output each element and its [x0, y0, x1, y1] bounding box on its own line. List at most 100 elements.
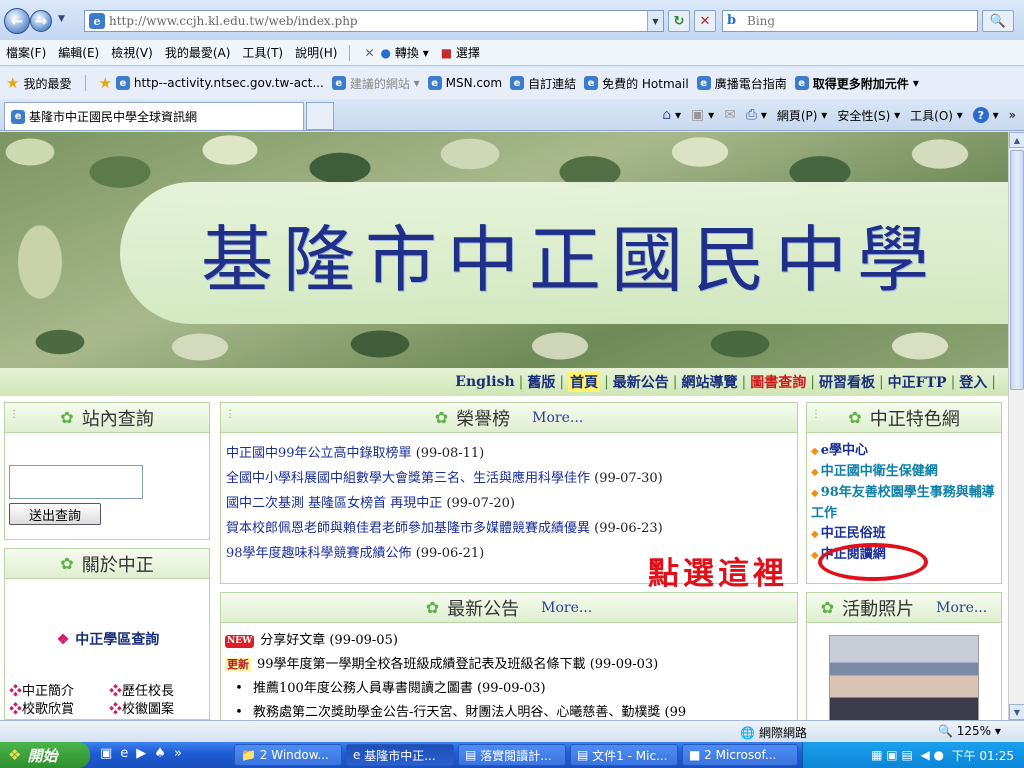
menu-favorites[interactable]: 我的最愛(A): [159, 44, 237, 61]
feature-link-elearning[interactable]: e學中心: [821, 443, 868, 458]
honor-more-link[interactable]: More...: [532, 410, 583, 426]
convert-menu[interactable]: ● 轉換 ▾: [375, 44, 435, 61]
fav-link-hotmail[interactable]: e 免費的 Hotmail: [584, 75, 689, 92]
tab-school-site[interactable]: e 基隆市中正國民中學全球資訊網: [4, 102, 304, 130]
news-date: (99-09-05): [329, 633, 398, 648]
honor-link[interactable]: 全國中小學科展國中組數學大會獎第三名、生活與應用科學佳作: [226, 471, 590, 486]
news-more-link[interactable]: More...: [541, 600, 592, 616]
print-button[interactable]: ⎙ ▾: [746, 107, 767, 123]
menu-file[interactable]: 檔案(F): [0, 44, 52, 61]
task-reading-plan[interactable]: ▤ 落實閱讀計...: [458, 744, 566, 766]
feature-link-friendly-campus[interactable]: 98年友善校園學生事務與輔導工作: [811, 485, 995, 521]
new-tab-button[interactable]: [306, 102, 334, 130]
activity-photo[interactable]: [829, 635, 979, 720]
select-menu[interactable]: ■ 選擇: [435, 44, 486, 61]
fav-link-addons[interactable]: e 取得更多附加元件 ▾: [794, 75, 919, 92]
fav-link-suggested[interactable]: e 建議的網站 ▾: [331, 75, 420, 92]
stop-button[interactable]: ✕: [694, 10, 716, 32]
news-link[interactable]: 分享好文章: [260, 633, 325, 648]
refresh-button[interactable]: ↻: [668, 10, 690, 32]
feeds-button[interactable]: ▣ ▾: [691, 107, 714, 123]
honor-link[interactable]: 中正國中99年公立高中錄取榜單: [226, 446, 412, 461]
honor-link[interactable]: 賀本校郎佩恩老師與賴佳君老師參加基隆市多媒體競賽成績優異: [226, 521, 590, 536]
fav-link-radio[interactable]: e 廣播電台指南: [696, 75, 787, 92]
vertical-scrollbar[interactable]: ▲ ▼: [1008, 132, 1024, 720]
news-link[interactable]: 教務處第二次獎助學金公告-行天宮、財團法人明谷、心曦慈善、勤樸獎: [253, 705, 660, 720]
url-dropdown-icon[interactable]: ▼: [647, 11, 663, 31]
task-windows-explorer[interactable]: 📁 2 Window...: [234, 744, 342, 766]
scroll-up-icon[interactable]: ▲: [1009, 132, 1024, 148]
close-icon[interactable]: ✕: [364, 46, 374, 60]
page-menu[interactable]: 網頁(P) ▾: [777, 107, 827, 124]
site-search-input[interactable]: [9, 465, 143, 499]
favorites-button[interactable]: 我的最愛: [23, 75, 71, 92]
task-ie-school[interactable]: e 基隆市中正...: [346, 744, 454, 766]
nav-site-map[interactable]: 網站導覽: [682, 372, 738, 392]
about-link-principals[interactable]: ❖歷任校長: [109, 683, 209, 701]
more-commands-icon[interactable]: »: [1009, 108, 1016, 122]
fav-link-custom[interactable]: e 自訂連結: [510, 75, 576, 92]
search-go-button[interactable]: 🔍: [982, 10, 1014, 32]
nav-login[interactable]: 登入: [959, 372, 987, 392]
help-button[interactable]: ? ▾: [972, 107, 999, 123]
task-microsoft-group[interactable]: ■ 2 Microsof...: [682, 744, 798, 766]
diamond-icon: ❖: [56, 632, 70, 648]
mail-button[interactable]: ✉: [724, 107, 736, 123]
nav-sep: |: [991, 374, 996, 390]
url-text[interactable]: http://www.ccjh.kl.edu.tw/web/index.php: [109, 14, 358, 28]
zoom-control[interactable]: 🔍 125% ▾: [938, 724, 1001, 738]
photos-more-link[interactable]: More...: [936, 600, 987, 616]
feature-link-folk-class[interactable]: 中正民俗班: [821, 526, 886, 541]
task-label: 2 Microsof...: [704, 748, 777, 762]
about-link-song[interactable]: ❖校歌欣賞: [9, 701, 109, 719]
honor-link[interactable]: 國中二次基測 基隆區女榜首 再現中正: [226, 496, 442, 511]
url-field[interactable]: e http://www.ccjh.kl.edu.tw/web/index.ph…: [84, 10, 664, 32]
news-link[interactable]: 99學年度第一學期全校各班級成績登記表及班級名條下載: [257, 657, 586, 672]
honor-link[interactable]: 98學年度趣味科學競賽成績公佈: [226, 546, 412, 561]
status-bar: 🌐 網際網路 🔍 125% ▾: [0, 720, 1024, 742]
menu-help[interactable]: 說明(H): [289, 44, 343, 61]
fav-link-activity[interactable]: e http--activity.ntsec.gov.tw-act...: [115, 76, 324, 90]
media-icon[interactable]: ▶: [136, 746, 146, 761]
back-button[interactable]: ←: [4, 8, 30, 34]
task-document1[interactable]: ▤ 文件1 - Mic...: [570, 744, 678, 766]
safety-menu[interactable]: 安全性(S) ▾: [837, 107, 900, 124]
more-icon[interactable]: »: [174, 746, 182, 761]
start-button[interactable]: ❖ 開始: [0, 742, 90, 768]
school-zone-link[interactable]: ❖ 中正學區查詢: [5, 629, 211, 649]
news-link[interactable]: 推薦100年度公務人員專書閱讀之圖書: [253, 681, 473, 696]
tools-menu-label: 工具(O): [910, 108, 953, 123]
clock[interactable]: 下午 01:25: [952, 747, 1014, 764]
about-link-emblem[interactable]: ❖校徽圖案: [109, 701, 209, 719]
nav-ftp[interactable]: 中正FTP: [888, 372, 947, 392]
search-input[interactable]: b Bing: [722, 10, 978, 32]
nav-study-board[interactable]: 研習看板: [819, 372, 875, 392]
nav-home[interactable]: 首頁: [568, 372, 601, 392]
history-dropdown-icon[interactable]: ▼: [58, 14, 65, 24]
tools-menu[interactable]: 工具(O) ▾: [910, 107, 963, 124]
nav-old-version[interactable]: 舊版: [527, 372, 555, 392]
ie-page-icon: e: [794, 76, 809, 90]
nav-english[interactable]: English: [455, 374, 514, 390]
home-button[interactable]: ⌂ ▾: [662, 107, 681, 123]
nav-sep: |: [518, 374, 524, 390]
ime-icon[interactable]: ▦ ▣ ▤: [871, 748, 920, 762]
submit-search-button[interactable]: 送出查詢: [9, 503, 101, 525]
nav-latest-news[interactable]: 最新公告: [613, 372, 669, 392]
about-link-intro[interactable]: ❖中正簡介: [9, 683, 109, 701]
game-icon[interactable]: ♠: [154, 746, 166, 761]
menu-view[interactable]: 檢視(V): [105, 44, 159, 61]
desktop-icon[interactable]: ▣: [100, 746, 112, 761]
nav-library-search[interactable]: 圖書查詢: [750, 372, 806, 392]
fav-label: 取得更多附加元件: [812, 76, 909, 91]
menu-tools[interactable]: 工具(T): [236, 44, 289, 61]
menu-edit[interactable]: 編輯(E): [52, 44, 105, 61]
scroll-thumb[interactable]: [1010, 150, 1024, 390]
fav-link-msn[interactable]: e MSN.com: [427, 76, 502, 90]
feature-link-health[interactable]: 中正國中衛生保健網: [821, 464, 938, 479]
forward-button[interactable]: →: [30, 10, 52, 32]
tray-icons[interactable]: ◀ ●: [920, 748, 951, 762]
scroll-down-icon[interactable]: ▼: [1009, 704, 1024, 720]
ie-icon[interactable]: e: [120, 746, 128, 761]
add-favorite-icon[interactable]: ★: [98, 74, 111, 92]
